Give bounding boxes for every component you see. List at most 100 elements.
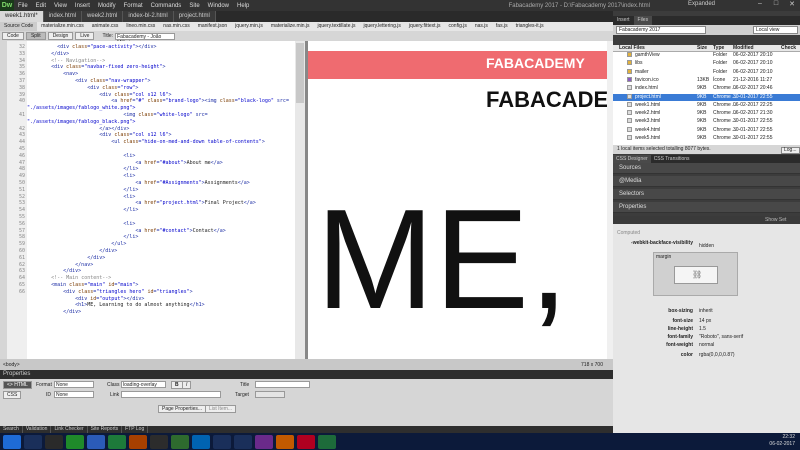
photoshop-icon[interactable] (192, 434, 210, 449)
panel-tab-files[interactable]: Files (633, 16, 653, 25)
related-file[interactable]: animate.css (88, 22, 123, 31)
link-input[interactable] (121, 391, 221, 398)
cortana-icon[interactable] (45, 434, 63, 449)
code-line[interactable]: <div class="col s12 l6"> (27, 92, 171, 98)
code-editor[interactable]: <div class="pace-activity"></div> </div>… (27, 41, 295, 359)
doc-tab[interactable]: week2.html (82, 11, 124, 22)
code-line[interactable]: <div class="col s12 l6"> (27, 132, 171, 138)
css-mode-button[interactable]: CSS (3, 391, 22, 399)
code-line[interactable]: </div> (27, 248, 117, 254)
file-column-header[interactable]: Type (713, 45, 724, 52)
illustrator-icon[interactable] (129, 434, 147, 449)
view-live-button[interactable]: Live (75, 32, 95, 40)
code-line[interactable]: <a href="#Assignments">Assignments</a> (27, 180, 249, 186)
panel-tab-insert[interactable]: Insert (613, 16, 634, 25)
show-set-checkbox[interactable]: Show Set (765, 216, 786, 224)
related-file[interactable]: manifest.json (194, 22, 231, 31)
css-section-selectors[interactable]: Selectors (613, 189, 800, 200)
code-line[interactable]: <h1>ME, Learning to do almost anything</… (27, 302, 204, 308)
code-line[interactable]: </div> (27, 309, 81, 315)
related-file[interactable]: triangles-it.js (512, 22, 548, 31)
explorer-icon[interactable] (66, 434, 84, 449)
code-line[interactable]: </li> (27, 234, 138, 240)
system-clock[interactable]: 22:32 06-02-2017 (730, 434, 795, 448)
close-icon[interactable]: ✕ (784, 0, 800, 11)
code-line[interactable]: <li> (27, 194, 135, 200)
code-line[interactable]: <a href="#contact">Contact</a> (27, 228, 225, 234)
related-file[interactable]: nas.min.css (159, 22, 193, 31)
start-icon[interactable] (3, 434, 21, 449)
menu-insert[interactable]: Insert (71, 3, 94, 9)
code-line[interactable]: <a href="project.html">Final Project</a> (27, 200, 255, 206)
css-tab[interactable]: CSS Designer (613, 155, 651, 163)
dreamweaver-icon[interactable] (171, 434, 189, 449)
results-tab[interactable]: FTP Log (122, 426, 149, 433)
menu-help[interactable]: Help (233, 3, 253, 9)
css-section-sources[interactable]: Sources (613, 163, 800, 174)
app-icon-5[interactable] (318, 434, 336, 449)
code-line[interactable]: <li> (27, 153, 135, 159)
file-row[interactable]: week5.html 9KB Chrome ... 30-01-2017 22:55 (613, 135, 800, 142)
menu-site[interactable]: Site (185, 3, 203, 9)
doc-tab[interactable]: project.html (173, 11, 216, 22)
bold-button[interactable]: B (171, 381, 183, 389)
file-row[interactable]: gamthView Folder 06-02-2017 20:10 (613, 52, 800, 59)
related-file[interactable]: jquery.fittext.js (405, 22, 445, 31)
code-line[interactable]: <!-- Navigation--> (27, 58, 105, 64)
menu-file[interactable]: File (14, 3, 32, 9)
menu-window[interactable]: Window (204, 3, 233, 9)
window-size[interactable]: 718 x 700 (581, 362, 603, 368)
code-line[interactable]: <ul class="hide-on-med-and-down table-of… (27, 139, 265, 145)
code-line[interactable]: </div> (27, 268, 81, 274)
coding-toolbar[interactable] (0, 41, 7, 359)
view-design-button[interactable]: Design (47, 32, 74, 40)
code-line[interactable]: </a></div> (27, 126, 129, 132)
list-item-button[interactable]: List Item... (205, 405, 237, 413)
file-column-header[interactable]: Size (697, 45, 707, 52)
css-tab[interactable]: CSS Transitions (651, 155, 693, 163)
css-section-properties[interactable]: Properties (613, 202, 800, 213)
minimize-icon[interactable]: – (752, 0, 768, 11)
code-line[interactable]: <a href="#" class="brand-logo"><img clas… (27, 98, 289, 104)
related-file[interactable]: Source Code (0, 22, 38, 31)
code-line[interactable]: </li> (27, 207, 138, 213)
task-view-icon[interactable] (24, 434, 42, 449)
code-line[interactable]: <li> (27, 173, 135, 179)
view-select[interactable]: Local view (753, 26, 798, 34)
code-line[interactable]: <div id="output"></div> (27, 296, 144, 302)
code-line[interactable]: <img class="white-logo" src= (27, 112, 207, 118)
app-icon-3[interactable] (255, 434, 273, 449)
word-icon[interactable] (87, 434, 105, 449)
file-list[interactable]: gamthView Folder 06-02-2017 20:10 libs Folde… (613, 52, 800, 145)
related-file[interactable]: materialize.min.css (37, 22, 88, 31)
file-column-header[interactable]: Local Files (619, 45, 645, 52)
related-file[interactable]: config.js (445, 22, 471, 31)
tag-selector[interactable]: <body> (0, 362, 20, 368)
file-column-header[interactable]: Modified (733, 45, 754, 52)
code-line[interactable]: <div class="nav-wrapper"> (27, 78, 150, 84)
file-column-header[interactable]: Check (781, 45, 796, 52)
view-code-button[interactable]: Code (2, 32, 24, 40)
doc-title-input[interactable]: Fabacademy - João Milheiro (115, 32, 176, 46)
file-row[interactable]: project.html 9KB Chrome ... 30-01-2017 22:5… (613, 93, 800, 101)
target-select[interactable] (255, 391, 285, 398)
menu-commands[interactable]: Commands (147, 3, 186, 9)
code-line[interactable]: <li> (27, 221, 135, 227)
live-view[interactable]: FABACADEMY FABACADEMY ME, (308, 41, 613, 359)
results-tab[interactable]: Site Reports (88, 426, 123, 433)
file-row[interactable]: index.html 9KB Chrome ... 06-02-2017 20:46 (613, 85, 800, 92)
file-row[interactable]: week4.html 9KB Chrome ... 30-01-2017 22:55 (613, 126, 800, 134)
code-line[interactable]: <div class="triangles hero" id="triangle… (27, 289, 193, 295)
code-line[interactable]: <!-- Main content--> (27, 275, 111, 281)
file-row[interactable]: week2.html 9KB Chrome ... 06-02-2017 21:30 (613, 110, 800, 117)
related-file[interactable]: materialize.min.js (267, 22, 314, 31)
results-tab[interactable]: Validation (23, 426, 52, 433)
code-line[interactable]: </div> (27, 255, 105, 261)
code-line[interactable]: "./assets/images/fablogo_black.png"> (27, 119, 135, 125)
code-line[interactable]: </ul> (27, 241, 126, 247)
title-prop-input[interactable] (255, 381, 310, 388)
italic-button[interactable]: I (182, 381, 192, 389)
code-line[interactable]: </nav> (27, 262, 93, 268)
related-file[interactable]: jquery.textillate.js (314, 22, 360, 31)
code-line[interactable]: <div class="navbar-fixed zero-height"> (27, 64, 165, 70)
